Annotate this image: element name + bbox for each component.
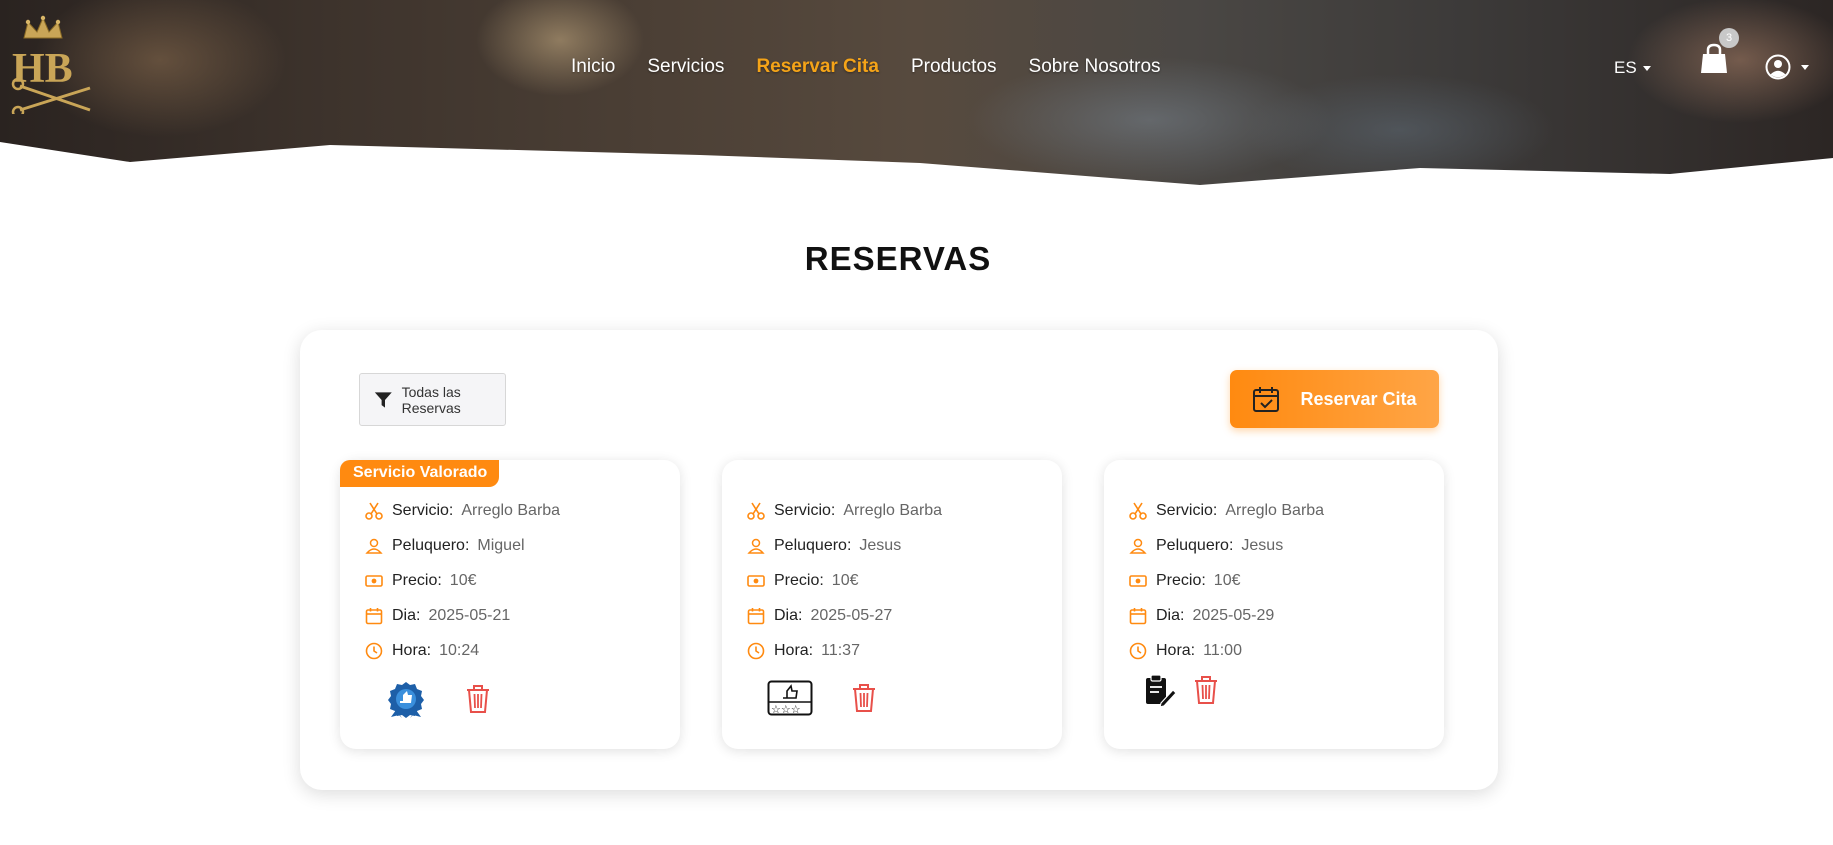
filter-label: Todas las Reservas <box>401 383 461 416</box>
service-row: Servicio: Arreglo Barba <box>747 493 942 528</box>
user-menu[interactable] <box>1765 54 1809 80</box>
reservation-card: Servicio Valorado Servicio: Arreglo Barb… <box>340 460 680 749</box>
person-icon <box>1129 538 1147 554</box>
service-value: Arreglo Barba <box>461 501 561 519</box>
hero-header: HB Inicio Servicios Reservar Cita Produc… <box>0 0 1833 190</box>
service-value: Arreglo Barba <box>843 501 943 519</box>
book-appointment-button[interactable]: Reservar Cita <box>1230 370 1439 428</box>
nav-sobre-nosotros[interactable]: Sobre Nosotros <box>1029 56 1161 78</box>
page-title: RESERVAS <box>804 240 992 277</box>
card-actions <box>1143 673 1219 707</box>
money-icon <box>747 574 765 587</box>
person-icon <box>365 538 383 554</box>
time-value: 10:24 <box>439 641 480 659</box>
service-label: Servicio: <box>392 501 454 519</box>
language-selector[interactable]: ES <box>1614 58 1651 78</box>
price-value: 10€ <box>831 571 859 589</box>
calendar-icon <box>365 607 383 624</box>
nav-servicios[interactable]: Servicios <box>647 56 724 78</box>
clock-icon <box>365 642 383 659</box>
barber-label: Peluquero: <box>774 536 852 554</box>
cart-count-badge: 3 <box>1719 28 1739 48</box>
scissors-icon <box>747 502 765 520</box>
reservation-card: Servicio: Arreglo Barba Peluquero: Jesus… <box>722 460 1062 749</box>
day-value: 2025-05-29 <box>1192 606 1275 624</box>
rated-service-badge: Servicio Valorado <box>340 460 500 487</box>
time-value: 11:00 <box>1203 641 1242 659</box>
day-row: Dia: 2025-05-27 <box>747 598 942 633</box>
day-value: 2025-05-21 <box>428 606 511 624</box>
card-actions: ☆☆☆ <box>767 680 877 716</box>
time-label: Hora: <box>1156 641 1196 659</box>
service-label: Servicio: <box>774 501 836 519</box>
rate-service-icon[interactable]: ☆☆☆ <box>767 680 813 716</box>
price-label: Precio: <box>774 571 824 589</box>
reservation-card: Servicio: Arreglo Barba Peluquero: Jesus… <box>1104 460 1444 749</box>
reservations-panel: Todas las Reservas Reservar Cita Servici… <box>300 330 1498 790</box>
barber-row: Peluquero: Miguel <box>365 528 560 563</box>
time-value: 11:37 <box>821 641 860 659</box>
book-button-label: Reservar Cita <box>1300 388 1417 409</box>
barber-value: Jesus <box>1241 536 1284 554</box>
hero-wave-divider <box>0 142 1833 190</box>
day-row: Dia: 2025-05-29 <box>1129 598 1324 633</box>
calendar-icon <box>1129 607 1147 624</box>
service-row: Servicio: Arreglo Barba <box>365 493 560 528</box>
trash-icon[interactable] <box>465 684 491 714</box>
nav-productos[interactable]: Productos <box>911 56 997 78</box>
money-icon <box>365 574 383 587</box>
time-label: Hora: <box>392 641 432 659</box>
time-row: Hora: 10:24 <box>365 633 560 668</box>
day-label: Dia: <box>392 606 421 624</box>
calendar-check-icon <box>1253 387 1280 412</box>
scissors-icon <box>1129 502 1147 520</box>
language-label: ES <box>1614 58 1637 77</box>
time-row: Hora: 11:37 <box>747 633 942 668</box>
rated-badge-icon[interactable] <box>385 680 427 718</box>
barber-label: Peluquero: <box>392 536 470 554</box>
main-nav: Inicio Servicios Reservar Cita Productos… <box>571 56 1161 78</box>
logo[interactable]: HB <box>10 14 94 114</box>
scissors-icon <box>365 502 383 520</box>
edit-clipboard-icon[interactable] <box>1143 673 1177 707</box>
day-row: Dia: 2025-05-21 <box>365 598 560 633</box>
person-icon <box>747 538 765 554</box>
barber-row: Peluquero: Jesus <box>747 528 942 563</box>
trash-icon[interactable] <box>1193 675 1219 705</box>
price-value: 10€ <box>1213 571 1241 589</box>
money-icon <box>1129 574 1147 587</box>
nav-inicio[interactable]: Inicio <box>571 56 615 78</box>
price-row: Precio: 10€ <box>1129 563 1324 598</box>
price-row: Precio: 10€ <box>365 563 560 598</box>
barber-value: Jesus <box>859 536 902 554</box>
barber-label: Peluquero: <box>1156 536 1234 554</box>
nav-reservar-cita[interactable]: Reservar Cita <box>756 56 879 78</box>
day-label: Dia: <box>1156 606 1185 624</box>
service-value: Arreglo Barba <box>1225 501 1325 519</box>
price-value: 10€ <box>449 571 477 589</box>
filter-icon <box>374 391 392 408</box>
price-label: Precio: <box>392 571 442 589</box>
chevron-down-icon <box>1642 65 1651 71</box>
day-label: Dia: <box>774 606 803 624</box>
filter-button[interactable]: Todas las Reservas <box>359 373 506 426</box>
barber-row: Peluquero: Jesus <box>1129 528 1324 563</box>
barber-value: Miguel <box>477 536 525 554</box>
service-row: Servicio: Arreglo Barba <box>1129 493 1324 528</box>
service-label: Servicio: <box>1156 501 1218 519</box>
svg-text:☆☆☆: ☆☆☆ <box>771 703 801 716</box>
time-row: Hora: 11:00 <box>1129 633 1324 668</box>
calendar-icon <box>747 607 765 624</box>
clock-icon <box>747 642 765 659</box>
chevron-down-icon <box>1801 64 1809 70</box>
time-label: Hora: <box>774 641 814 659</box>
price-label: Precio: <box>1156 571 1206 589</box>
price-row: Precio: 10€ <box>747 563 942 598</box>
clock-icon <box>1129 642 1147 659</box>
user-circle-icon <box>1765 54 1791 80</box>
trash-icon[interactable] <box>851 683 877 713</box>
day-value: 2025-05-27 <box>810 606 893 624</box>
card-actions <box>385 680 491 718</box>
